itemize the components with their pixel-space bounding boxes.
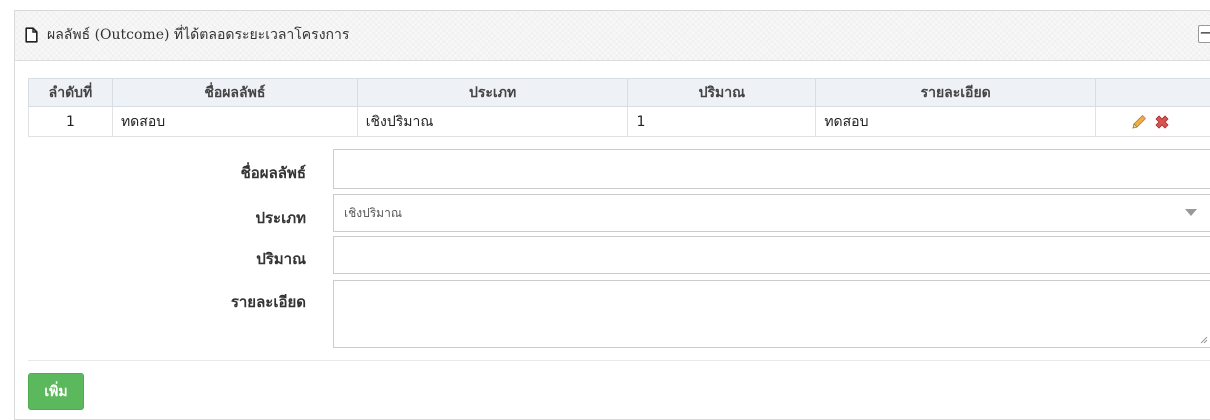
chevron-down-icon xyxy=(1185,209,1197,216)
cell-name: ทดสอบ xyxy=(112,107,357,137)
type-select[interactable]: เชิงปริมาณ xyxy=(333,194,1210,232)
detail-textarea[interactable] xyxy=(333,280,1210,348)
col-header-type: ประเภท xyxy=(357,79,628,107)
col-header-no: ลำดับที่ xyxy=(29,79,113,107)
table-row: 1 ทดสอบ เชิงปริมาณ 1 ทดสอบ xyxy=(29,107,1210,137)
amount-input[interactable] xyxy=(333,236,1210,274)
pencil-edit-icon[interactable] xyxy=(1130,113,1148,131)
col-header-actions xyxy=(1096,79,1210,107)
name-label: ชื่อผลลัพธ์ xyxy=(116,161,306,185)
type-select-value: เชิงปริมาณ xyxy=(344,204,402,223)
col-header-detail: รายละเอียด xyxy=(816,79,1096,107)
form-divider xyxy=(28,360,1210,361)
collapse-button[interactable]: − xyxy=(1198,25,1210,43)
cell-type: เชิงปริมาณ xyxy=(357,107,628,137)
outcome-table: ลำดับที่ ชื่อผลลัพธ์ ประเภท ปริมาณ รายละ… xyxy=(28,78,1210,137)
type-label: ประเภท xyxy=(116,206,306,230)
panel-title-wrap: ผลลัพธ์ (Outcome) ที่ได้ตลอดระยะเวลาโครง… xyxy=(25,24,349,46)
panel-title: ผลลัพธ์ (Outcome) ที่ได้ตลอดระยะเวลาโครง… xyxy=(47,24,349,46)
col-header-amount: ปริมาณ xyxy=(628,79,816,107)
table-header-row: ลำดับที่ ชื่อผลลัพธ์ ประเภท ปริมาณ รายละ… xyxy=(29,79,1210,107)
cell-amount: 1 xyxy=(628,107,816,137)
cell-actions xyxy=(1096,107,1210,137)
delete-x-icon[interactable] xyxy=(1153,113,1171,131)
add-button[interactable]: เพิ่ม xyxy=(28,373,84,410)
amount-label: ปริมาณ xyxy=(116,247,306,271)
panel-header: ผลลัพธ์ (Outcome) ที่ได้ตลอดระยะเวลาโครง… xyxy=(15,11,1210,61)
outcome-name-input[interactable] xyxy=(333,149,1210,189)
col-header-name: ชื่อผลลัพธ์ xyxy=(112,79,357,107)
cell-no: 1 xyxy=(29,107,113,137)
document-icon xyxy=(25,27,38,43)
resize-grip-icon[interactable] xyxy=(1200,336,1208,344)
detail-label: รายละเอียด xyxy=(116,290,306,314)
cell-detail: ทดสอบ xyxy=(816,107,1096,137)
